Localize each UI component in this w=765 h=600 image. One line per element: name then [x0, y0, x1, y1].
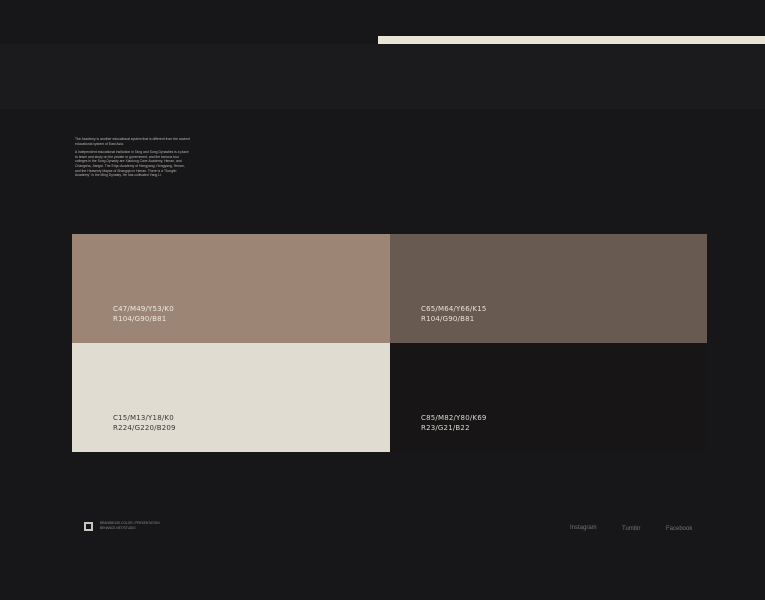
swatch-rgb: R104/G90/B81	[421, 315, 475, 323]
color-swatch-near-black: C85/M82/Y80/K69 R23/G21/B22	[390, 343, 707, 452]
footer-line-2: BEHANCE.NET/STUDIO	[100, 525, 136, 530]
square-logo-icon	[84, 522, 93, 531]
swatch-cmyk: C85/M82/Y80/K69	[421, 414, 487, 422]
swatch-values: C47/M49/Y53/K0 R104/G90/B81	[113, 304, 174, 324]
color-swatch-dark-taupe: C65/M64/Y66/K15 R104/G90/B81	[390, 234, 707, 343]
swatch-cmyk: C15/M13/Y18/K0	[113, 414, 174, 422]
intro-paragraph-1: The Academy is another educational syste…	[75, 137, 190, 146]
tumblr-link[interactable]: Tumblr	[622, 526, 640, 532]
color-swatch-light-beige: C15/M13/Y18/K0 R224/G220/B209	[72, 343, 390, 452]
swatch-values: C85/M82/Y80/K69 R23/G21/B22	[421, 413, 487, 433]
instagram-link[interactable]: Instagram	[570, 525, 597, 531]
intro-paragraph-2: A independent educational institution in…	[75, 150, 189, 178]
swatch-values: C65/M64/Y66/K15 R104/G90/B81	[421, 304, 487, 324]
top-band	[0, 44, 765, 109]
facebook-link[interactable]: Facebook	[666, 526, 692, 532]
swatch-rgb: R224/G220/B209	[113, 424, 176, 432]
swatch-rgb: R23/G21/B22	[421, 424, 470, 432]
swatch-values: C15/M13/Y18/K0 R224/G220/B209	[113, 413, 176, 433]
color-swatch-warm-taupe: C47/M49/Y53/K0 R104/G90/B81	[72, 234, 390, 343]
top-accent-rule	[378, 36, 765, 44]
swatch-rgb: R104/G90/B81	[113, 315, 167, 323]
intro-text-block: The Academy is another educational syste…	[75, 137, 190, 182]
footer-line-1: BRANDBOOK.COLOR / PRESENTATION	[100, 521, 160, 525]
footer-text: BRANDBOOK.COLOR / PRESENTATION BEHANCE.N…	[100, 521, 160, 530]
swatch-cmyk: C47/M49/Y53/K0	[113, 305, 174, 313]
swatch-cmyk: C65/M64/Y66/K15	[421, 305, 487, 313]
